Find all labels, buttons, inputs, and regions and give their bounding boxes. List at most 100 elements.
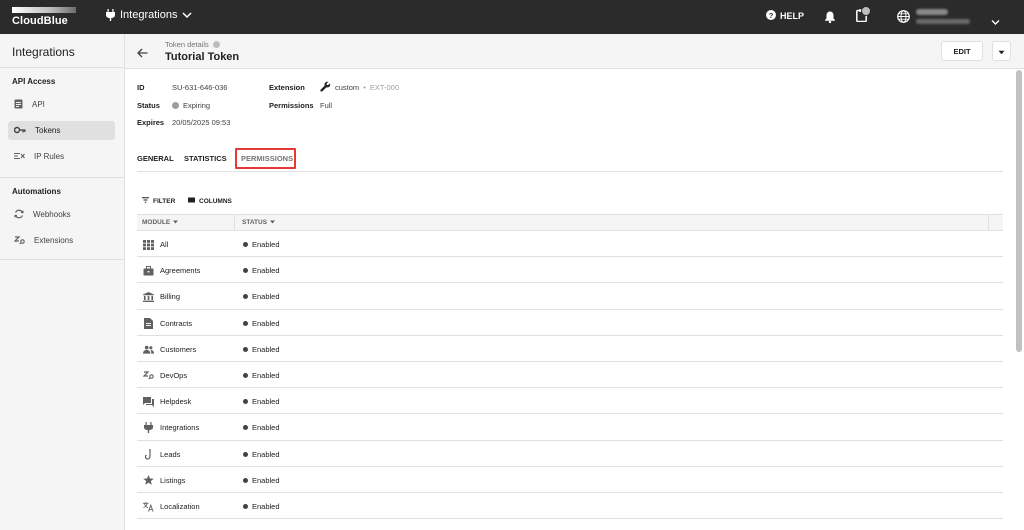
chat-icon — [143, 396, 154, 407]
extension-separator: • — [363, 83, 366, 92]
table-row[interactable]: Customers Enabled — [137, 336, 1003, 362]
wrench-icon — [320, 81, 331, 94]
table-row[interactable]: Leads Enabled — [137, 441, 1003, 467]
module-cell: Contracts — [143, 317, 193, 329]
help-button[interactable]: ? HELP — [766, 10, 804, 22]
status-cell: Enabled — [243, 345, 280, 354]
column-label: MODULE — [142, 219, 171, 226]
columns-label: COLUMNS — [199, 197, 232, 205]
status-dot-icon — [243, 242, 248, 247]
tab-bar: GENERAL STATISTICS PERMISSIONS — [137, 148, 1003, 172]
table-row[interactable]: Billing Enabled — [137, 283, 1003, 310]
sidebar-item-ip-rules[interactable]: IP Rules — [8, 147, 115, 166]
column-separator — [988, 215, 989, 231]
module-cell: Billing — [143, 291, 180, 302]
page-header: Token details Tutorial Token EDIT — [125, 34, 1024, 69]
module-name: Agreements — [160, 266, 201, 276]
breadcrumb-label: Token details — [165, 40, 209, 49]
tab-general[interactable]: GENERAL — [137, 154, 174, 163]
sidebar-divider — [0, 177, 124, 178]
status-text: Enabled — [252, 423, 280, 433]
filter-label: FILTER — [153, 197, 176, 205]
permissions-label: Permissions — [269, 101, 314, 110]
notifications-button[interactable] — [825, 10, 835, 28]
extension-icon — [13, 235, 25, 247]
tasks-button[interactable] — [856, 6, 871, 27]
language-button[interactable] — [897, 10, 910, 28]
ip-rules-icon — [14, 152, 25, 162]
status-text: Enabled — [252, 292, 280, 302]
account-org-redacted — [916, 19, 970, 24]
edit-button[interactable]: EDIT — [941, 41, 983, 61]
column-separator — [234, 215, 235, 231]
help-icon: ? — [766, 10, 776, 22]
status-value: Expiring — [172, 101, 210, 110]
table-row[interactable]: Helpdesk Enabled — [137, 388, 1003, 415]
page-title: Tutorial Token — [165, 51, 240, 63]
table-row[interactable]: Agreements Enabled — [137, 257, 1003, 284]
filter-icon — [142, 197, 149, 205]
status-text: Enabled — [252, 449, 280, 459]
table-row[interactable]: Integrations Enabled — [137, 414, 1003, 441]
expires-value: 20/05/2025 09:53 — [172, 118, 230, 127]
sidebar-section-api-access: API Access — [12, 77, 56, 86]
module-cell: Integrations — [143, 422, 199, 434]
breadcrumb: Token details — [165, 40, 220, 49]
top-bar: CloudBlue Integrations ? HELP — [0, 0, 1024, 34]
help-label: HELP — [780, 11, 805, 21]
cloudblue-logo[interactable]: CloudBlue — [12, 7, 78, 27]
table-row[interactable]: DevOps Enabled — [137, 362, 1003, 389]
status-dot-icon — [243, 372, 248, 378]
table-row[interactable]: Listings Enabled — [137, 467, 1003, 493]
status-dot-icon — [243, 503, 248, 509]
table-row[interactable]: Localization Enabled — [137, 493, 1003, 520]
key-icon — [13, 126, 26, 136]
status-dot-icon — [243, 320, 248, 326]
module-name: Contracts — [160, 318, 193, 328]
status-cell: Enabled — [243, 371, 280, 380]
column-header-status[interactable]: STATUS — [242, 219, 276, 226]
module-name: Leads — [160, 449, 181, 459]
main-content: Token details Tutorial Token EDIT ID SU-… — [125, 34, 1024, 530]
extension-value[interactable]: custom • EXT-000 — [320, 81, 399, 94]
status-cell: Enabled — [243, 502, 280, 511]
columns-button[interactable]: COLUMNS — [188, 197, 232, 205]
chevron-down-icon — [182, 11, 193, 19]
sidebar-item-api[interactable]: API — [8, 95, 115, 114]
devops-icon — [143, 370, 154, 381]
table-row[interactable]: All Enabled — [137, 231, 1003, 258]
document-icon — [143, 317, 154, 329]
info-icon[interactable] — [212, 41, 220, 48]
page-scrollbar[interactable] — [1016, 70, 1022, 352]
sidebar-item-tokens[interactable]: Tokens — [8, 121, 115, 140]
status-cell: Enabled — [243, 292, 280, 301]
status-dot-icon — [243, 294, 248, 300]
id-value: SU-631-646-036 — [172, 83, 227, 92]
status-text: Expiring — [183, 101, 211, 110]
account-menu-chevron-icon[interactable] — [991, 13, 1000, 31]
column-header-module[interactable]: MODULE — [142, 219, 179, 226]
status-dot-icon — [243, 451, 248, 457]
sidebar-item-label: Extensions — [34, 236, 74, 245]
account-info[interactable] — [916, 9, 976, 24]
filter-button[interactable]: FILTER — [142, 197, 175, 205]
sidebar-item-webhooks[interactable]: Webhooks — [8, 205, 115, 224]
sidebar-title: Integrations — [12, 45, 75, 59]
back-button[interactable] — [137, 45, 148, 63]
permissions-text: Full — [320, 101, 333, 110]
tab-statistics[interactable]: STATISTICS — [184, 154, 227, 163]
plug-icon — [143, 422, 154, 434]
table-row[interactable]: Contracts Enabled — [137, 310, 1003, 336]
table-header: MODULE STATUS — [137, 214, 1003, 231]
status-text: Enabled — [252, 475, 280, 485]
more-actions-button[interactable] — [992, 41, 1011, 61]
status-text: Enabled — [252, 501, 280, 511]
table-body: All Enabled Agreements Enabled Billing Enable… — [137, 231, 1003, 520]
grid-icon — [143, 239, 154, 250]
svg-text:?: ? — [769, 11, 774, 20]
sidebar-item-extensions[interactable]: Extensions — [8, 231, 115, 250]
module-name: Billing — [160, 292, 181, 302]
plug-icon — [106, 9, 115, 21]
globe-icon — [897, 10, 910, 27]
app-switcher[interactable]: Integrations — [106, 9, 193, 21]
